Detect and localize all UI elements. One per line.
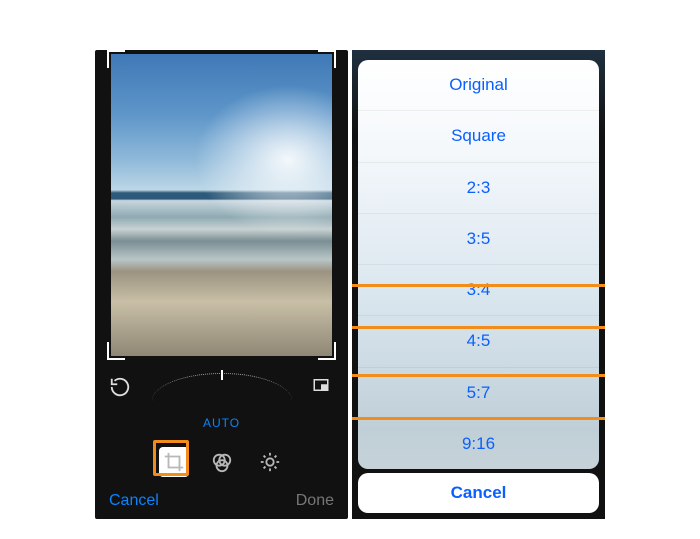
tool-crop-button[interactable] — [159, 447, 189, 477]
crop-handle-top-right[interactable] — [318, 50, 336, 68]
editor-bottom-bar: Cancel Done — [95, 483, 348, 519]
tool-filters-button[interactable] — [207, 447, 237, 477]
aspect-option-9-16[interactable]: 9:16 — [358, 419, 599, 469]
rotate-ccw-icon — [109, 376, 131, 398]
aspect-option-4-5[interactable]: 4:5 — [358, 316, 599, 367]
aspect-option-5-7[interactable]: 5:7 — [358, 368, 599, 419]
aspect-ratio-sheet-screen: Original Square 2:3 3:5 3:4 4:5 5:7 9:16… — [352, 50, 605, 519]
filters-icon — [211, 451, 233, 473]
auto-label[interactable]: AUTO — [95, 416, 348, 430]
crop-handle-bottom-right[interactable] — [318, 342, 336, 360]
cancel-button[interactable]: Cancel — [109, 492, 159, 510]
aspect-option-3-5[interactable]: 3:5 — [358, 214, 599, 265]
aspect-ratio-action-sheet: Original Square 2:3 3:5 3:4 4:5 5:7 9:16 — [358, 60, 599, 469]
aspect-option-square[interactable]: Square — [358, 111, 599, 162]
straighten-dial-area — [95, 362, 348, 412]
sheet-cancel-button[interactable]: Cancel — [358, 473, 599, 513]
aspect-option-3-4[interactable]: 3:4 — [358, 265, 599, 316]
rotate-ccw-button[interactable] — [109, 376, 131, 398]
photo-editor-screen: AUTO — [95, 50, 348, 519]
crop-handle-bottom-left[interactable] — [107, 342, 125, 360]
tool-adjust-button[interactable] — [255, 447, 285, 477]
aspect-ratio-button[interactable] — [312, 376, 334, 398]
edit-toolbar — [95, 442, 348, 482]
photo-preview — [111, 54, 332, 356]
adjust-icon — [259, 451, 281, 473]
screenshots-container: AUTO — [0, 0, 700, 539]
crop-icon — [163, 451, 185, 473]
aspect-ratio-icon — [312, 376, 330, 394]
crop-stage[interactable] — [107, 50, 336, 360]
done-button[interactable]: Done — [296, 492, 334, 510]
straighten-dial[interactable] — [152, 373, 292, 401]
aspect-option-original[interactable]: Original — [358, 60, 599, 111]
aspect-option-2-3[interactable]: 2:3 — [358, 163, 599, 214]
crop-handle-top-left[interactable] — [107, 50, 125, 68]
